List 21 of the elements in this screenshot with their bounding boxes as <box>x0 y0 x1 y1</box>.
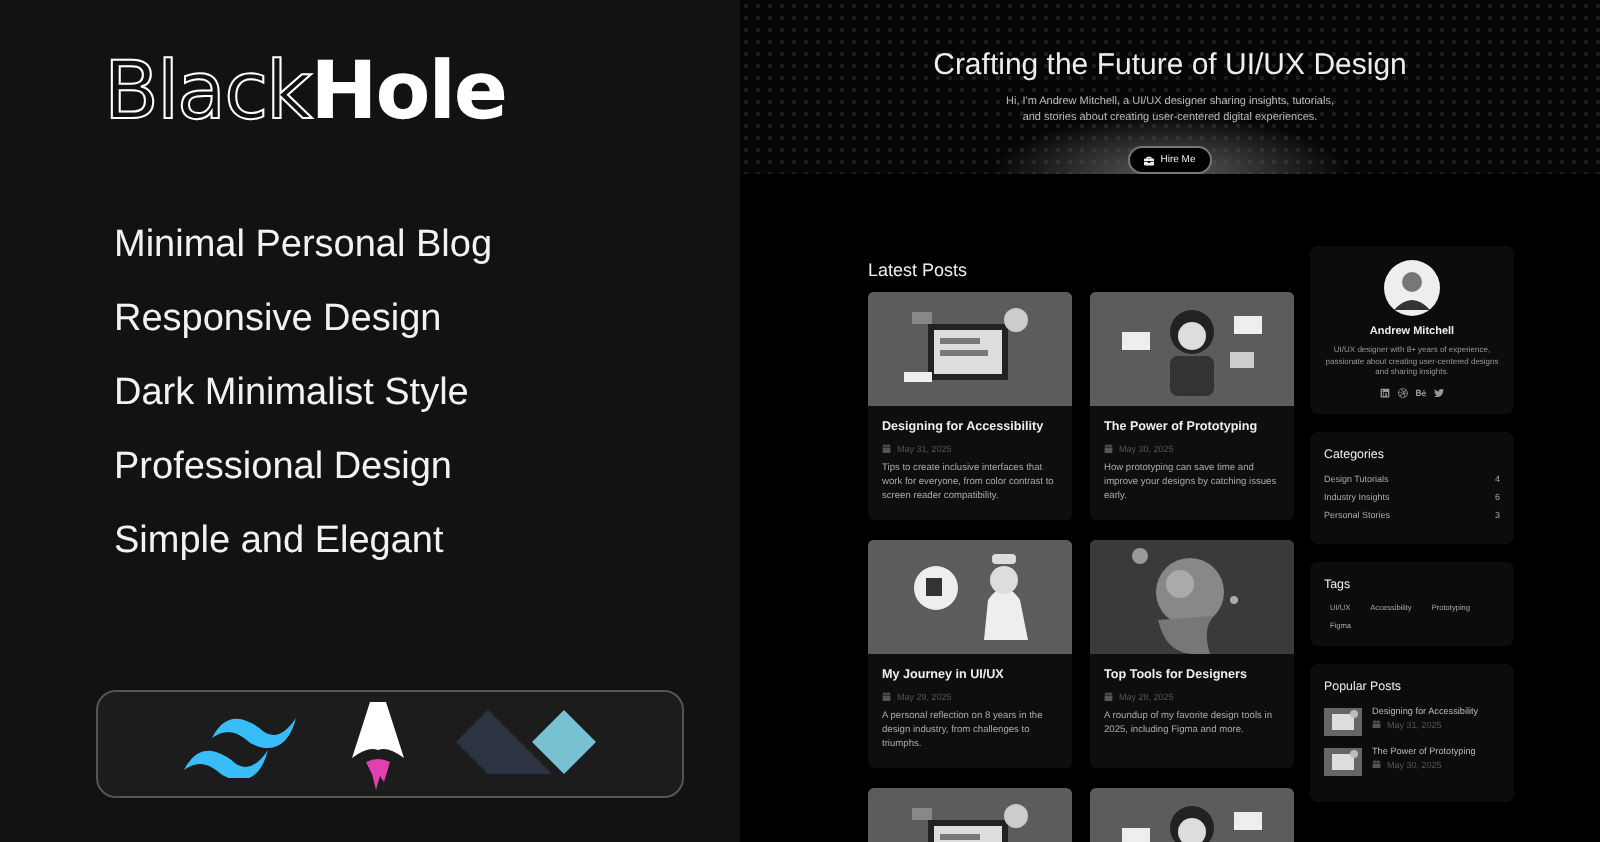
twitter-icon[interactable] <box>1434 387 1444 397</box>
dribbble-icon[interactable] <box>1398 387 1408 397</box>
section-heading: Latest Posts <box>868 260 970 280</box>
calendar-icon <box>1104 444 1113 454</box>
behance-icon[interactable] <box>1416 387 1426 397</box>
avatar <box>1384 260 1440 316</box>
calendar-icon <box>1104 692 1113 702</box>
diamond-logo-icon <box>456 710 600 778</box>
feature-text: Responsive Design <box>114 298 444 342</box>
calendar-icon <box>1372 719 1381 729</box>
calendar-icon <box>1372 759 1381 769</box>
feature-text: Minimal Personal Blog <box>114 224 495 268</box>
feature-text: Professional Design <box>114 446 454 490</box>
feature-text: Dark Minimalist Style <box>114 372 471 416</box>
briefcase-icon <box>1144 155 1155 165</box>
hero-title: Crafting the Future of UI/UX Design <box>933 48 1407 82</box>
feature-text: Simple and Elegant <box>114 520 446 564</box>
calendar-icon <box>882 444 891 454</box>
linkedin-icon[interactable] <box>1380 387 1390 397</box>
brand-logo: BlackHole <box>104 44 509 140</box>
calendar-icon <box>882 692 891 702</box>
